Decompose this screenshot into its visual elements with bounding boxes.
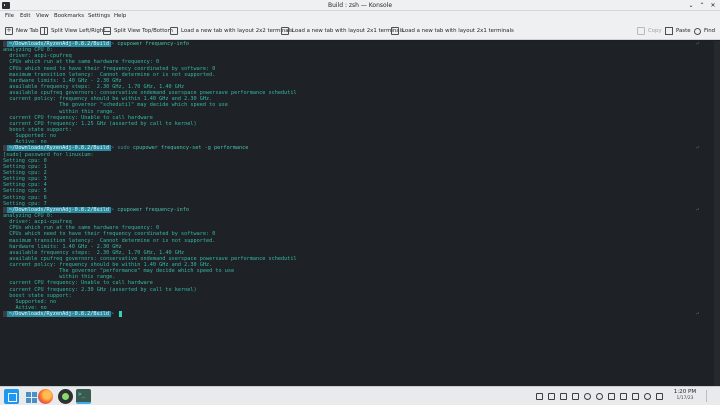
menu-view[interactable]: View	[36, 11, 49, 22]
power-icon[interactable]	[596, 393, 603, 400]
clock-date: 1/17/23	[676, 396, 694, 401]
prompt-directory: ~/Downloads/RyzenAdj-0.8.2/Build	[7, 41, 111, 47]
layout-grid-icon	[170, 27, 178, 35]
return-status-marker: ⏎	[695, 311, 699, 318]
keyboard-icon[interactable]	[560, 393, 567, 400]
konsole-window: Build : zsh — Konsole ⌄ ⌃ ✕ File Edit Vi…	[0, 0, 720, 405]
layout-2x1b-label: Load a new tab with layout 2x1 terminals	[402, 28, 514, 34]
layout-2x1-label: Load a new tab with layout 2x1 terminals	[292, 28, 404, 34]
chevron-up-icon[interactable]	[656, 393, 663, 400]
menu-edit[interactable]: Edit	[20, 11, 30, 22]
display-icon[interactable]	[536, 393, 543, 400]
menu-settings[interactable]: Settings	[88, 11, 110, 22]
updates-icon[interactable]	[584, 393, 591, 400]
split-top-bottom-button[interactable]: Split View Top/Bottom	[103, 25, 173, 37]
terminal-scrollbar[interactable]	[714, 41, 720, 386]
window-title: Build : zsh — Konsole	[327, 2, 393, 9]
minimize-button[interactable]: ⌄	[686, 0, 696, 11]
layout-2x1b-button[interactable]: Load a new tab with layout 2x1 terminals	[391, 25, 514, 37]
search-icon	[694, 27, 701, 35]
title-bar[interactable]: Build : zsh — Konsole ⌄ ⌃ ✕	[0, 0, 720, 11]
prompt-directory: ~/Downloads/RyzenAdj-0.8.2/Build	[7, 206, 111, 213]
menu-file[interactable]: File	[5, 11, 14, 22]
copy-icon	[637, 27, 645, 35]
prompt-line: ~/Downloads/RyzenAdj-0.8.2/Build > ⏎	[3, 311, 713, 318]
layout-grid-icon	[281, 27, 289, 35]
maximize-button[interactable]: ⌃	[697, 0, 707, 11]
prompt-arrow: >	[110, 206, 115, 213]
copy-button[interactable]: Copy	[637, 25, 662, 37]
terminal-output[interactable]: ~/Downloads/RyzenAdj-0.8.2/Build > cpupow…	[0, 41, 720, 386]
prompt-arrow: >	[110, 145, 115, 152]
konsole-task-icon[interactable]	[76, 389, 91, 404]
new-tab-icon	[5, 26, 13, 35]
menu-help[interactable]: Help	[114, 11, 126, 22]
toolbar: New Tab Split View Left/Right Split View…	[0, 22, 720, 40]
split-left-right-icon	[40, 27, 48, 35]
paste-label: Paste	[676, 28, 691, 34]
command-text: cpupower frequency-set -g performance	[132, 145, 249, 152]
menu-bar: File Edit View Bookmarks Settings Help	[0, 11, 720, 22]
command-sudo: sudo	[117, 145, 130, 152]
close-button[interactable]: ✕	[708, 0, 718, 11]
command-text: cpupower frequency-info	[117, 206, 190, 213]
prompt-arrow: >	[110, 311, 115, 318]
prompt-directory: ~/Downloads/RyzenAdj-0.8.2/Build	[7, 145, 111, 152]
find-button[interactable]: Find	[694, 25, 715, 37]
volume-icon[interactable]	[632, 393, 639, 400]
network-icon[interactable]	[644, 393, 651, 400]
notes-icon[interactable]	[572, 393, 579, 400]
clipboard-icon[interactable]	[548, 393, 555, 400]
split-left-right-button[interactable]: Split View Left/Right	[40, 25, 105, 37]
device-icon[interactable]	[608, 393, 615, 400]
split-top-bottom-icon	[103, 27, 111, 35]
terminal-lines: ~/Downloads/RyzenAdj-0.8.2/Build > cpupow…	[3, 41, 713, 318]
firefox-icon[interactable]	[38, 389, 53, 404]
system-tray	[536, 387, 668, 405]
taskbar: 1:20 PM 1/17/23	[0, 386, 720, 405]
app-icon-green[interactable]	[58, 389, 73, 404]
split-top-bottom-label: Split View Top/Bottom	[114, 28, 173, 34]
prompt-arrow: >	[110, 41, 115, 47]
layout-grid-icon	[391, 27, 399, 35]
layout-2x2-label: Load a new tab with layout 2x2 terminals	[181, 28, 293, 34]
clock-time: 1:20 PM	[673, 389, 697, 395]
layout-2x1-button[interactable]: Load a new tab with layout 2x1 terminals	[281, 25, 404, 37]
clock[interactable]: 1:20 PM 1/17/23	[672, 389, 698, 402]
command-text: cpupower frequency-info	[117, 41, 190, 47]
new-tab-button[interactable]: New Tab	[5, 25, 39, 37]
application-launcher-icon[interactable]	[4, 389, 19, 404]
terminal-cursor	[119, 311, 123, 318]
menu-bookmarks[interactable]: Bookmarks	[54, 11, 84, 22]
show-desktop-button[interactable]	[706, 390, 716, 402]
new-tab-label: New Tab	[16, 28, 39, 34]
copy-label: Copy	[648, 28, 662, 34]
paste-icon	[665, 27, 673, 35]
find-label: Find	[704, 28, 716, 34]
bluetooth-icon[interactable]	[620, 393, 627, 400]
paste-button[interactable]: Paste	[665, 25, 691, 37]
prompt-directory: ~/Downloads/RyzenAdj-0.8.2/Build	[7, 311, 111, 318]
split-left-right-label: Split View Left/Right	[51, 28, 106, 34]
layout-2x2-button[interactable]: Load a new tab with layout 2x2 terminals	[170, 25, 293, 37]
app-grid-icon[interactable]	[24, 389, 39, 404]
